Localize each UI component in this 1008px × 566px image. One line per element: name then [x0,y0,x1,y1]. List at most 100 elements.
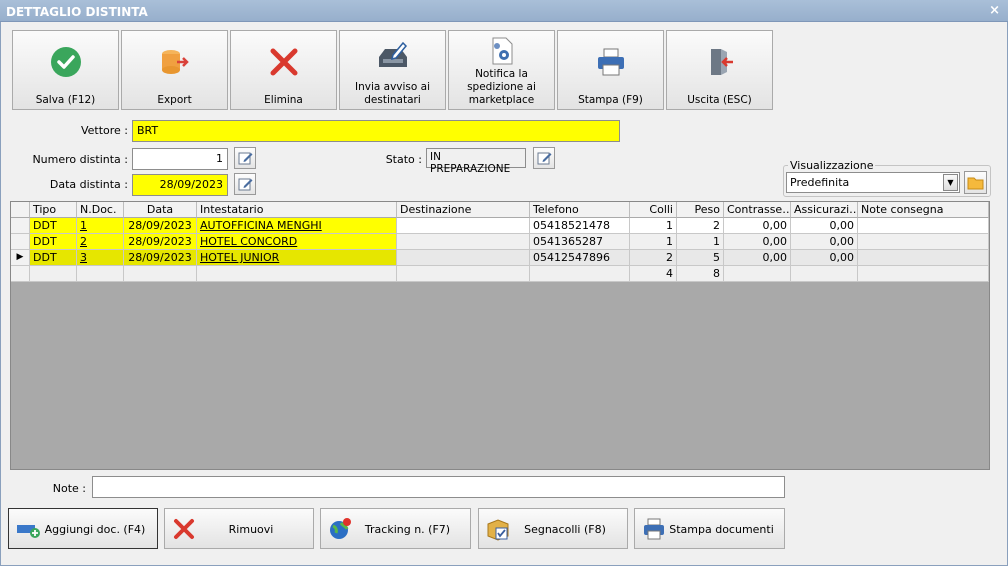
data-distinta-field[interactable]: 28/09/2023 [132,174,228,196]
col-colli[interactable]: Colli [630,202,677,218]
cell-assicurazione: 0,00 [791,234,858,250]
tracking-button[interactable]: Tracking n. (F7) [320,508,471,549]
cell-tipo: DDT [30,234,77,250]
edit-icon [238,178,253,191]
cell-assicurazione: 0,00 [791,218,858,234]
visualizzazione-select[interactable]: Predefinita [786,172,960,193]
delete-button[interactable]: Elimina [230,30,337,110]
col-assicurazione[interactable]: Assicurazi… [791,202,858,218]
total-blank [77,266,124,282]
notify-marketplace-button-label: Notifica la spedizione ai marketplace [467,68,536,106]
vettore-field[interactable]: BRT [132,120,620,142]
row-selector-header [11,202,30,218]
exit-icon [710,49,733,75]
table-row[interactable]: DDT 1 28/09/2023 AUTOFFICINA MENGHI 0541… [11,218,989,234]
cell-telefono: 05412547896 [530,250,630,266]
notify-marketplace-button[interactable]: Notifica la spedizione ai marketplace [448,30,555,110]
export-button[interactable]: Export [121,30,228,110]
col-tipo[interactable]: Tipo [30,202,77,218]
documents-grid[interactable]: Tipo N.Doc. Data Intestatario Destinazio… [10,201,990,470]
cell-note [858,250,989,266]
cell-tipo: DDT [30,250,77,266]
save-button-label: Salva (F12) [35,94,96,106]
table-row[interactable]: DDT 2 28/09/2023 HOTEL CONCORD 054136528… [11,234,989,250]
cell-contrassegno: 0,00 [724,234,791,250]
col-ndoc[interactable]: N.Doc. [77,202,124,218]
total-blank [397,266,530,282]
total-peso: 8 [677,266,724,282]
total-blank [30,266,77,282]
col-destinazione[interactable]: Destinazione [397,202,530,218]
exit-button[interactable]: Uscita (ESC) [666,30,773,110]
total-blank [124,266,197,282]
open-view-button[interactable] [964,171,987,194]
document-gear-icon [492,37,512,65]
folder-icon [967,177,984,190]
delete-button-label: Elimina [264,94,303,106]
tracking-label: Tracking n. (F7) [364,523,451,536]
edit-icon [537,152,552,165]
edit-numero-button[interactable] [234,147,256,169]
remove-button[interactable]: Rimuovi [164,508,314,549]
row-selector[interactable] [11,218,30,234]
print-documents-label: Stampa documenti [669,523,774,536]
cell-ndoc-link[interactable]: 2 [77,234,124,250]
send-notice-button[interactable]: Invia avviso ai destinatari [339,30,446,110]
export-icon [161,50,189,74]
cell-peso: 2 [677,218,724,234]
check-icon [50,47,81,77]
col-peso[interactable]: Peso [677,202,724,218]
current-row-marker[interactable]: ▶ [11,250,30,266]
cell-ndoc-link[interactable]: 1 [77,218,124,234]
package-label-label: Segnacolli (F8) [524,523,606,536]
numero-distinta-label: Numero distinta : [32,153,128,166]
cell-peso: 5 [677,250,724,266]
package-label-button[interactable]: Segnacolli (F8) [478,508,628,549]
cell-peso: 1 [677,234,724,250]
print-documents-button[interactable]: Stampa documenti [634,508,785,549]
total-blank [530,266,630,282]
cell-ndoc-link[interactable]: 3 [77,250,124,266]
vettore-label: Vettore : [80,124,128,137]
export-button-label: Export [157,94,192,106]
add-document-button[interactable]: Aggiungi doc. (F4) [8,508,158,549]
cell-intestatario-link[interactable]: HOTEL CONCORD [197,234,397,250]
cell-colli: 1 [630,234,677,250]
edit-stato-button[interactable] [533,147,555,169]
note-field[interactable] [92,476,785,498]
col-note-consegna[interactable]: Note consegna [858,202,989,218]
stato-label: Stato : [385,153,422,166]
stato-field: IN PREPARAZIONE [426,148,526,175]
row-selector[interactable] [11,234,30,250]
close-icon[interactable]: × [989,3,1000,18]
cell-intestatario-link[interactable]: AUTOFFICINA MENGHI [197,218,397,234]
table-row[interactable]: ▶ DDT 3 28/09/2023 HOTEL JUNIOR 05412547… [11,250,989,266]
remove-label: Rimuovi [228,523,274,536]
cell-destinazione [397,234,530,250]
edit-icon [238,152,253,165]
exit-button-label: Uscita (ESC) [687,94,752,106]
total-blank [197,266,397,282]
numero-distinta-field[interactable]: 1 [132,148,228,170]
col-telefono[interactable]: Telefono [530,202,630,218]
col-intestatario[interactable]: Intestatario [197,202,397,218]
cell-colli: 1 [630,218,677,234]
col-contrassegno[interactable]: Contrasse… [724,202,791,218]
col-data[interactable]: Data [124,202,197,218]
add-document-label: Aggiungi doc. (F4) [44,523,146,536]
cell-data: 28/09/2023 [124,218,197,234]
package-label-icon [487,519,509,541]
totals-row: 4 8 [11,266,989,282]
cell-telefono: 05418521478 [530,218,630,234]
title-bar: DETTAGLIO DISTINTA × [0,0,1008,22]
cell-note [858,234,989,250]
cell-intestatario-link[interactable]: HOTEL JUNIOR [197,250,397,266]
visualizzazione-label: Visualizzazione [788,159,876,172]
cell-contrassegno: 0,00 [724,218,791,234]
edit-data-button[interactable] [234,173,256,195]
cell-assicurazione: 0,00 [791,250,858,266]
print-button[interactable]: Stampa (F9) [557,30,664,110]
visualizzazione-value: Predefinita [790,176,850,189]
save-button[interactable]: Salva (F12) [12,30,119,110]
chevron-down-icon[interactable]: ▼ [943,174,958,191]
